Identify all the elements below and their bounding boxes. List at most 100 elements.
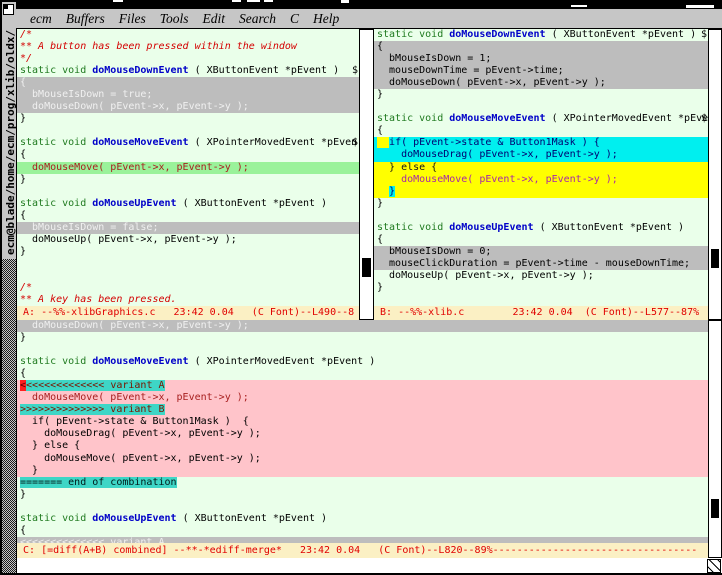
code-segment: } bbox=[20, 113, 26, 124]
code-line: doMouseDown( pEvent->x, pEvent->y ); bbox=[374, 77, 708, 89]
code-line: { bbox=[17, 77, 359, 89]
code-line: } bbox=[17, 113, 359, 125]
code-segment: */ bbox=[20, 53, 32, 64]
menu-item-ecm[interactable]: ecm bbox=[30, 11, 52, 27]
code-segment: doMouseMoveEvent bbox=[92, 356, 188, 367]
truncation-indicator: $ bbox=[352, 137, 358, 149]
code-line: } bbox=[374, 198, 708, 210]
code-line: doMouseDown( pEvent->x, pEvent->y ); bbox=[17, 320, 708, 332]
scrollbar-b-thumb[interactable] bbox=[711, 249, 719, 268]
code-segment: { bbox=[20, 77, 26, 88]
code-segment: ** A key has been pressed. bbox=[20, 294, 177, 305]
code-segment: ( XPointerMovedEvent *pEven bbox=[189, 137, 358, 148]
code-line: } else { bbox=[374, 162, 708, 174]
scrollbar-buffer-c[interactable] bbox=[708, 320, 722, 558]
code-segment: } bbox=[377, 282, 383, 293]
code-segment: } bbox=[20, 465, 38, 476]
code-line: static void doMouseDownEvent ( XButtonEv… bbox=[374, 29, 708, 41]
code-line: doMouseUp( pEvent->x, pEvent->y ); bbox=[374, 270, 708, 282]
code-line: bMouseIsDown = 0; bbox=[374, 246, 708, 258]
code-segment: doMouseUpEvent bbox=[92, 513, 176, 524]
code-line: { bbox=[17, 368, 708, 380]
code-line: /* bbox=[17, 282, 359, 294]
code-segment: ======= end of combination bbox=[20, 477, 177, 488]
code-segment: { bbox=[20, 149, 26, 160]
buffer-a-xlibgraphics[interactable]: /*** A button has been pressed within th… bbox=[17, 29, 359, 306]
code-line: doMouseUp( pEvent->x, pEvent->y ); bbox=[17, 234, 359, 246]
code-segment: } else { bbox=[377, 162, 437, 173]
code-line: static void doMouseMoveEvent ( XPointerM… bbox=[17, 356, 708, 368]
modeline-buffer-c[interactable]: C: [=diff(A+B) combined] --**-*ediff-mer… bbox=[17, 543, 708, 558]
code-line: doMouseDrag( pEvent->x, pEvent->y ); bbox=[374, 149, 708, 161]
code-segment: static void bbox=[377, 113, 449, 124]
menu-item-tools[interactable]: Tools bbox=[160, 11, 189, 27]
resize-grip[interactable] bbox=[707, 559, 721, 573]
code-line: bMouseIsDown = false; bbox=[17, 222, 359, 234]
window-titlebar[interactable]: ecm@blade/home/ecm/prog/xlib/oldx/ bbox=[2, 2, 16, 573]
code-line: } bbox=[374, 186, 708, 198]
code-segment: >>>>>>>>>>>>>> variant B bbox=[20, 404, 165, 415]
code-line: ** A button has been pressed within the … bbox=[17, 41, 359, 53]
truncation-indicator: $ bbox=[352, 65, 358, 77]
code-line: } bbox=[374, 282, 708, 294]
code-segment: static void bbox=[377, 29, 449, 40]
decor-dash bbox=[686, 5, 714, 8]
menu-item-help[interactable]: Help bbox=[313, 11, 339, 27]
code-line: { bbox=[17, 149, 359, 161]
decor-dash bbox=[113, 0, 123, 2]
code-line: if( pEvent->state & Button1Mask ) { bbox=[17, 416, 708, 428]
code-line: doMouseMove( pEvent->x, pEvent->y ); bbox=[374, 174, 708, 186]
code-segment: /* bbox=[20, 29, 32, 40]
code-segment: { bbox=[377, 125, 383, 136]
code-segment: <<<<<<<<<<<<< variant A bbox=[26, 380, 164, 391]
window-menu-icon[interactable] bbox=[3, 4, 14, 15]
code-segment: mouseDownTime = pEvent->time; bbox=[377, 65, 564, 76]
modeline-buffer-b[interactable]: B: --%%-xlib.c 23:42 0.04 (C Font)--L577… bbox=[374, 306, 708, 320]
code-segment: doMouseDownEvent bbox=[92, 65, 188, 76]
buffer-b-xlib[interactable]: static void doMouseDownEvent ( XButtonEv… bbox=[374, 29, 708, 306]
code-line: */ bbox=[17, 53, 359, 65]
code-segment: ( XPointerMovedEvent *pEvent ) bbox=[189, 356, 376, 367]
code-segment: doMouseMove( pEvent->x, pEvent->y ); bbox=[377, 174, 618, 185]
emacs-frame: { "window": { "vertical_title": "ecm@bla… bbox=[0, 0, 722, 575]
decor-dash bbox=[247, 0, 260, 2]
echo-area[interactable] bbox=[17, 558, 722, 573]
buffer-c-merge[interactable]: doMouseDown( pEvent->x, pEvent->y );} sta… bbox=[17, 320, 708, 543]
scrollbar-buffer-a[interactable] bbox=[359, 29, 374, 320]
code-line bbox=[17, 501, 708, 513]
titlebar-filler bbox=[2, 259, 16, 573]
decor-dash bbox=[341, 0, 349, 3]
code-line: /* bbox=[17, 29, 359, 41]
menu-item-edit[interactable]: Edit bbox=[203, 11, 226, 27]
menu-item-search[interactable]: Search bbox=[239, 11, 276, 27]
code-line: } bbox=[17, 246, 359, 258]
modeline-buffer-a[interactable]: A: --%%-xlibGraphics.c 23:42 0.04 (C Fon… bbox=[17, 306, 359, 320]
scrollbar-c-thumb[interactable] bbox=[711, 499, 719, 518]
code-line: ======= end of combination bbox=[17, 477, 708, 489]
code-line: >>>>>>>>>>>>>> variant B bbox=[17, 404, 708, 416]
code-line: bMouseIsDown = true; bbox=[17, 89, 359, 101]
code-segment: { bbox=[377, 234, 383, 245]
code-line: { bbox=[17, 525, 708, 537]
code-segment: ** A button has been pressed within the … bbox=[20, 41, 297, 52]
code-line: static void doMouseUpEvent ( XButtonEven… bbox=[17, 198, 359, 210]
code-line: { bbox=[374, 234, 708, 246]
code-line bbox=[17, 270, 359, 282]
scrollbar-buffer-b[interactable] bbox=[708, 29, 722, 320]
scrollbar-a-thumb[interactable] bbox=[362, 258, 371, 277]
code-segment: } bbox=[20, 489, 26, 500]
menu-item-c[interactable]: C bbox=[290, 11, 299, 27]
menu-item-files[interactable]: Files bbox=[119, 11, 146, 27]
code-line: static void doMouseDownEvent ( XButtonEv… bbox=[17, 65, 359, 77]
code-line bbox=[17, 125, 359, 137]
code-segment: doMouseDown( pEvent->x, pEvent->y ); bbox=[20, 101, 249, 112]
emacs-main-area: /*** A button has been pressed within th… bbox=[16, 29, 722, 573]
code-segment: { bbox=[20, 368, 26, 379]
menu-bar: ecm Buffers Files Tools Edit Search C Help bbox=[16, 9, 722, 29]
code-segment: static void bbox=[20, 356, 92, 367]
code-segment: if( pEvent->state & Button1Mask ) { bbox=[20, 416, 249, 427]
code-segment: { bbox=[20, 210, 26, 221]
menu-item-buffers[interactable]: Buffers bbox=[66, 11, 105, 27]
code-line bbox=[374, 101, 708, 113]
decor-dash bbox=[571, 5, 587, 7]
